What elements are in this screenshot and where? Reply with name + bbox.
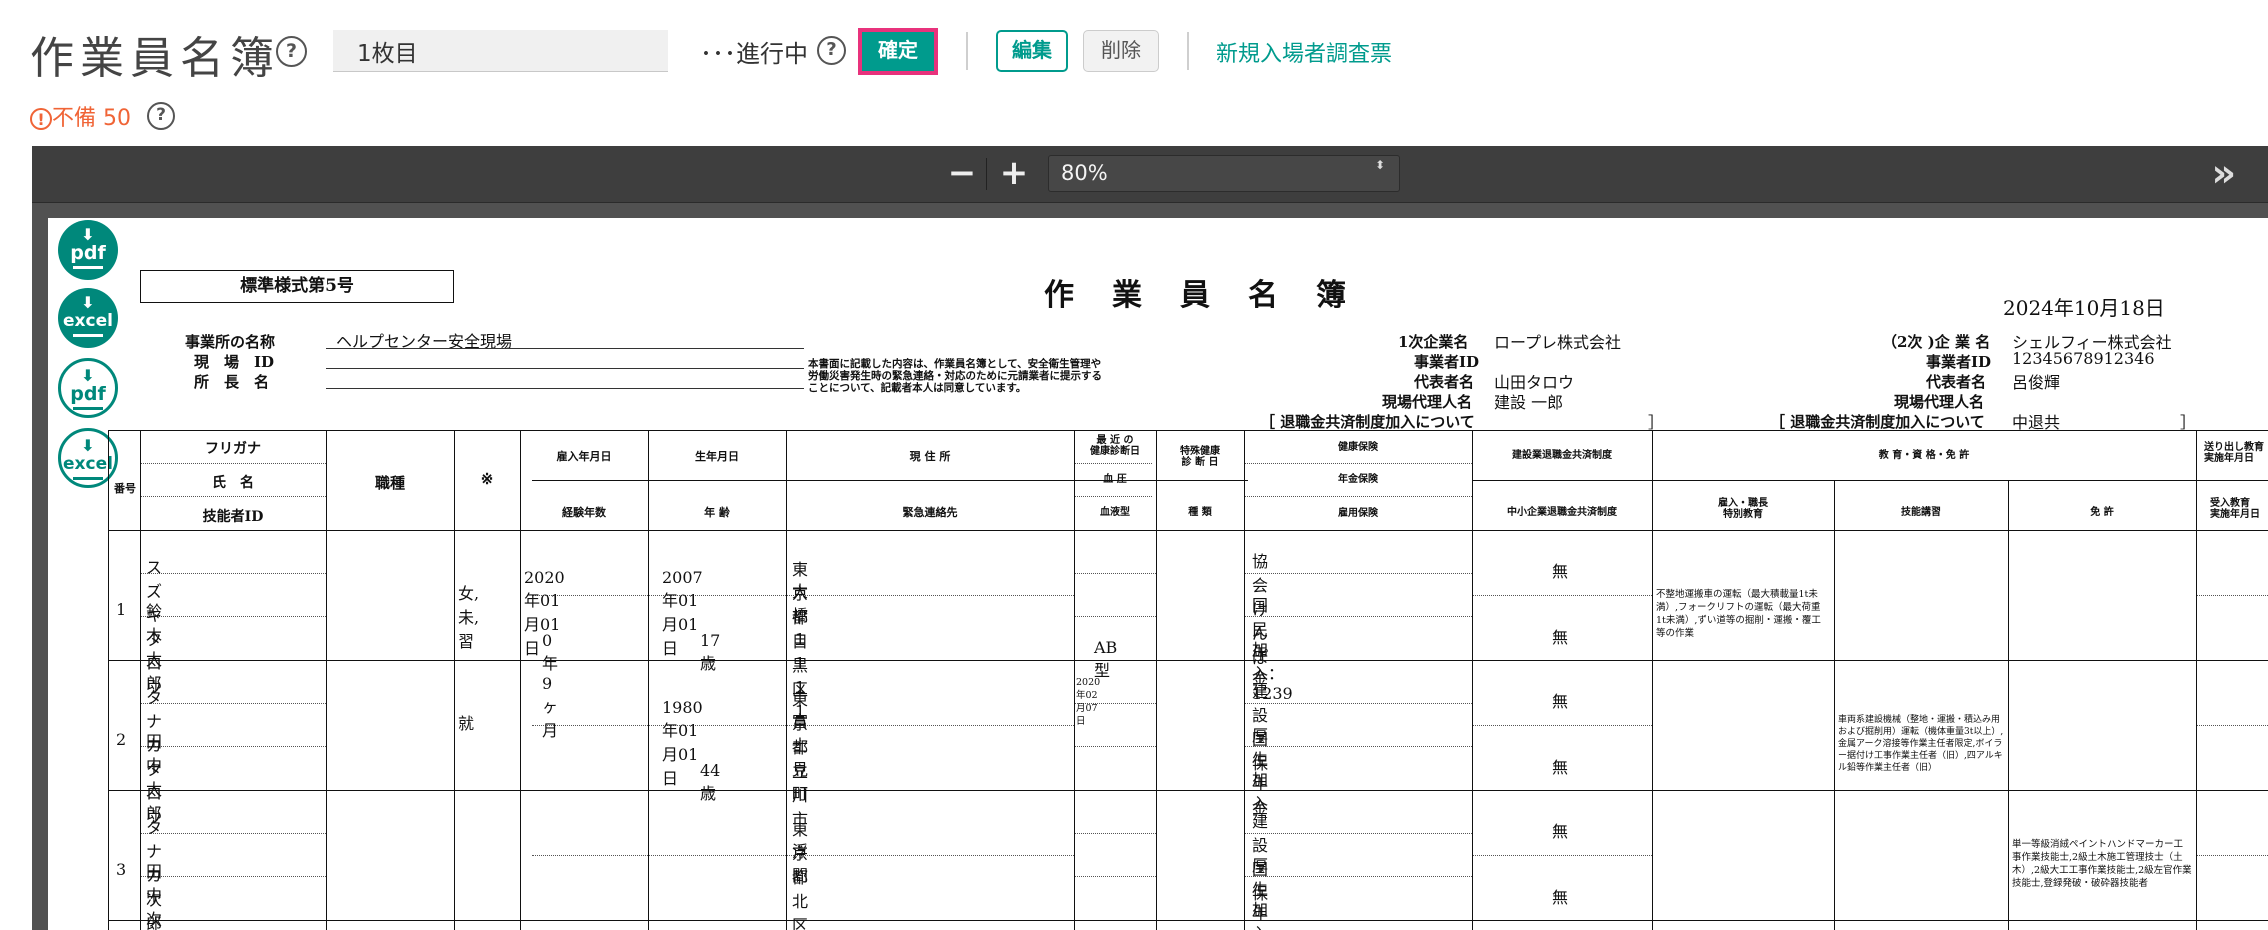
office-name-label: 事業所の名称 — [185, 333, 276, 351]
confirm-button-label: 確定 — [862, 32, 934, 71]
zoom-out-button[interactable]: − — [944, 156, 980, 192]
secondary-agent-label: 現場代理人名 — [1894, 393, 1985, 411]
col-construction-retire: 建設業退職金共済制度 — [1512, 450, 1612, 461]
status-help-icon[interactable]: ? — [817, 36, 846, 65]
zoom-in-button[interactable]: + — [996, 156, 1032, 192]
download-icon: ⬇ — [81, 436, 95, 455]
chief-name-label: 所 長 名 — [194, 373, 270, 391]
col-name: 氏 名 — [212, 475, 254, 491]
warning-help-icon[interactable]: ? — [147, 102, 175, 130]
col-hire-date: 雇入年月日 — [556, 450, 612, 463]
title-help-icon[interactable]: ? — [276, 36, 307, 67]
col-address: 現 住 所 — [909, 450, 951, 463]
col-skill-training: 技能講習 — [1901, 507, 1941, 518]
document-title: 作業員名簿 — [1044, 278, 1384, 313]
col-license: 免 許 — [2090, 507, 2114, 518]
deficiency-warning[interactable]: ! 不備 50 — [30, 100, 131, 132]
download-pdf-button[interactable]: ⬇ pdf — [58, 220, 118, 280]
secondary-rep-label: 代表者名 — [1926, 373, 1987, 391]
primary-agent-label: 現場代理人名 — [1382, 393, 1473, 411]
deficiency-count: 不備 50 — [52, 106, 131, 131]
col-sme-retire: 中小企業退職金共済制度 — [1507, 507, 1617, 518]
divider — [1187, 32, 1189, 70]
new-entrant-survey-link[interactable]: 新規入場者調査票 — [1216, 36, 1392, 68]
col-birth: 生年月日 — [695, 450, 739, 463]
col-accept-edu: 受入教育 実施年月日 — [2210, 498, 2260, 520]
col-mark: ※ — [480, 470, 494, 488]
edit-button[interactable]: 編集 — [996, 30, 1068, 72]
secondary-company-label: （2次 )企 業 名 — [1882, 333, 1991, 351]
status-label: ･･･進行中 — [700, 40, 808, 68]
sheet-name-input[interactable] — [333, 30, 668, 72]
col-job: 職種 — [374, 474, 405, 492]
primary-company-value: ロープレ株式会社 — [1494, 333, 1622, 352]
secondary-bizid-label: 事業者ID — [1926, 353, 1992, 371]
pdf-viewer: − + 80% ⬍ » ⬇ pdf ⬇ excel ⬇ pdf ⬇ excel 標準様式第… — [32, 146, 2268, 930]
divider — [966, 32, 968, 70]
select-arrows-icon: ⬍ — [1374, 158, 1385, 172]
col-experience: 経験年数 — [562, 506, 606, 519]
col-latest-check: 最 近 の健康診断日 — [1090, 435, 1140, 457]
primary-company-label: 1次企業名 — [1398, 333, 1469, 351]
col-special-check: 特殊健康診 断 日 — [1180, 446, 1220, 468]
col-education: 教 育・資 格・免 許 — [1878, 450, 1970, 461]
warning-icon: ! — [30, 108, 52, 130]
app-header: 作業員名簿 ? ･･･進行中 ? 確定 編集 削除 新規入場者調査票 !不備 5… — [0, 0, 2268, 145]
secondary-bizid-value: 12345678912346 — [2012, 349, 2155, 368]
col-special-edu: 雇入・職長 特別教育 — [1718, 498, 1768, 520]
col-pension: 年金保険 — [1338, 474, 1378, 485]
underline — [326, 348, 804, 349]
primary-retire-label: ［ 退職金共済制度加入について — [1260, 413, 1475, 431]
col-health-ins: 健康保険 — [1338, 442, 1378, 453]
col-send-edu: 送り出し教育 実施年月日 — [2204, 442, 2264, 464]
consent-notice: 本書面に記載した内容は、作業員名簿として、安全衛生管理や 労働災害発生時の緊急連絡… — [808, 358, 1102, 394]
col-employment-ins: 雇用保険 — [1338, 508, 1378, 519]
site-id-label: 現 場 ID — [194, 353, 275, 371]
col-emergency: 緊急連絡先 — [902, 506, 958, 519]
primary-rep-label: 代表者名 — [1414, 373, 1475, 391]
page-title: 作業員名簿 — [30, 33, 280, 84]
delete-button[interactable]: 削除 — [1083, 30, 1159, 72]
secondary-retire-label: ［ 退職金共済制度加入について — [1770, 413, 1985, 431]
col-skill-id: 技能者ID — [202, 509, 264, 525]
underline — [326, 368, 804, 369]
download-icon: ⬇ — [81, 225, 95, 244]
primary-agent-value: 建設 一郎 — [1494, 393, 1564, 412]
col-special-kind: 種 類 — [1188, 507, 1212, 518]
col-no: 番号 — [114, 482, 136, 495]
download-pdf-outline-button[interactable]: ⬇ pdf — [58, 358, 118, 418]
download-excel-outline-button[interactable]: ⬇ excel — [58, 428, 118, 488]
viewer-toolbar: − + 80% ⬍ » — [32, 146, 2268, 203]
document-date: 2024年10月18日 — [2003, 296, 2165, 320]
zoom-value: 80% — [1061, 161, 1108, 185]
confirm-button[interactable]: 確定 — [858, 28, 938, 75]
form-number: 標準様式第5号 — [140, 270, 454, 303]
pdf-page: ⬇ pdf ⬇ excel ⬇ pdf ⬇ excel 標準様式第5号 作業員名簿 20… — [48, 218, 2268, 930]
col-furigana: フリガナ — [205, 441, 261, 457]
sidebar-toggle-icon[interactable]: » — [2211, 154, 2236, 192]
download-icon: ⬇ — [81, 366, 95, 385]
secondary-rep-value: 呂俊輝 — [2012, 373, 2061, 392]
zoom-select[interactable]: 80% ⬍ — [1048, 155, 1400, 192]
col-blood-type: 血液型 — [1100, 507, 1130, 518]
download-icon: ⬇ — [81, 293, 95, 312]
toolbar-divider — [986, 158, 987, 190]
primary-bizid-label: 事業者ID — [1414, 353, 1480, 371]
download-excel-button[interactable]: ⬇ excel — [58, 288, 118, 348]
col-age: 年 齢 — [704, 506, 730, 519]
col-blood-pressure: 血 圧 — [1103, 474, 1127, 485]
underline — [326, 388, 804, 389]
